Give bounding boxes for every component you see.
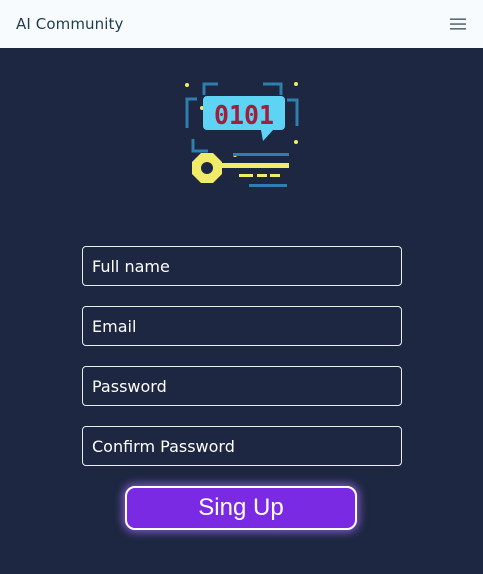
sign-up-button[interactable]: Sing Up [125,486,357,530]
binary-key-chat-icon: 0101 [185,82,299,187]
brand-title[interactable]: AI Community [16,15,123,33]
binary-digits: 0101 [214,101,274,131]
navbar: AI Community [0,0,483,48]
key-shape [192,153,289,183]
confirm-password-field[interactable] [82,426,402,466]
full-name-field[interactable] [82,246,402,286]
hamburger-menu-icon[interactable] [450,18,466,30]
email-field[interactable] [82,306,402,346]
password-field[interactable] [82,366,402,406]
key-accent-lines [233,153,289,187]
